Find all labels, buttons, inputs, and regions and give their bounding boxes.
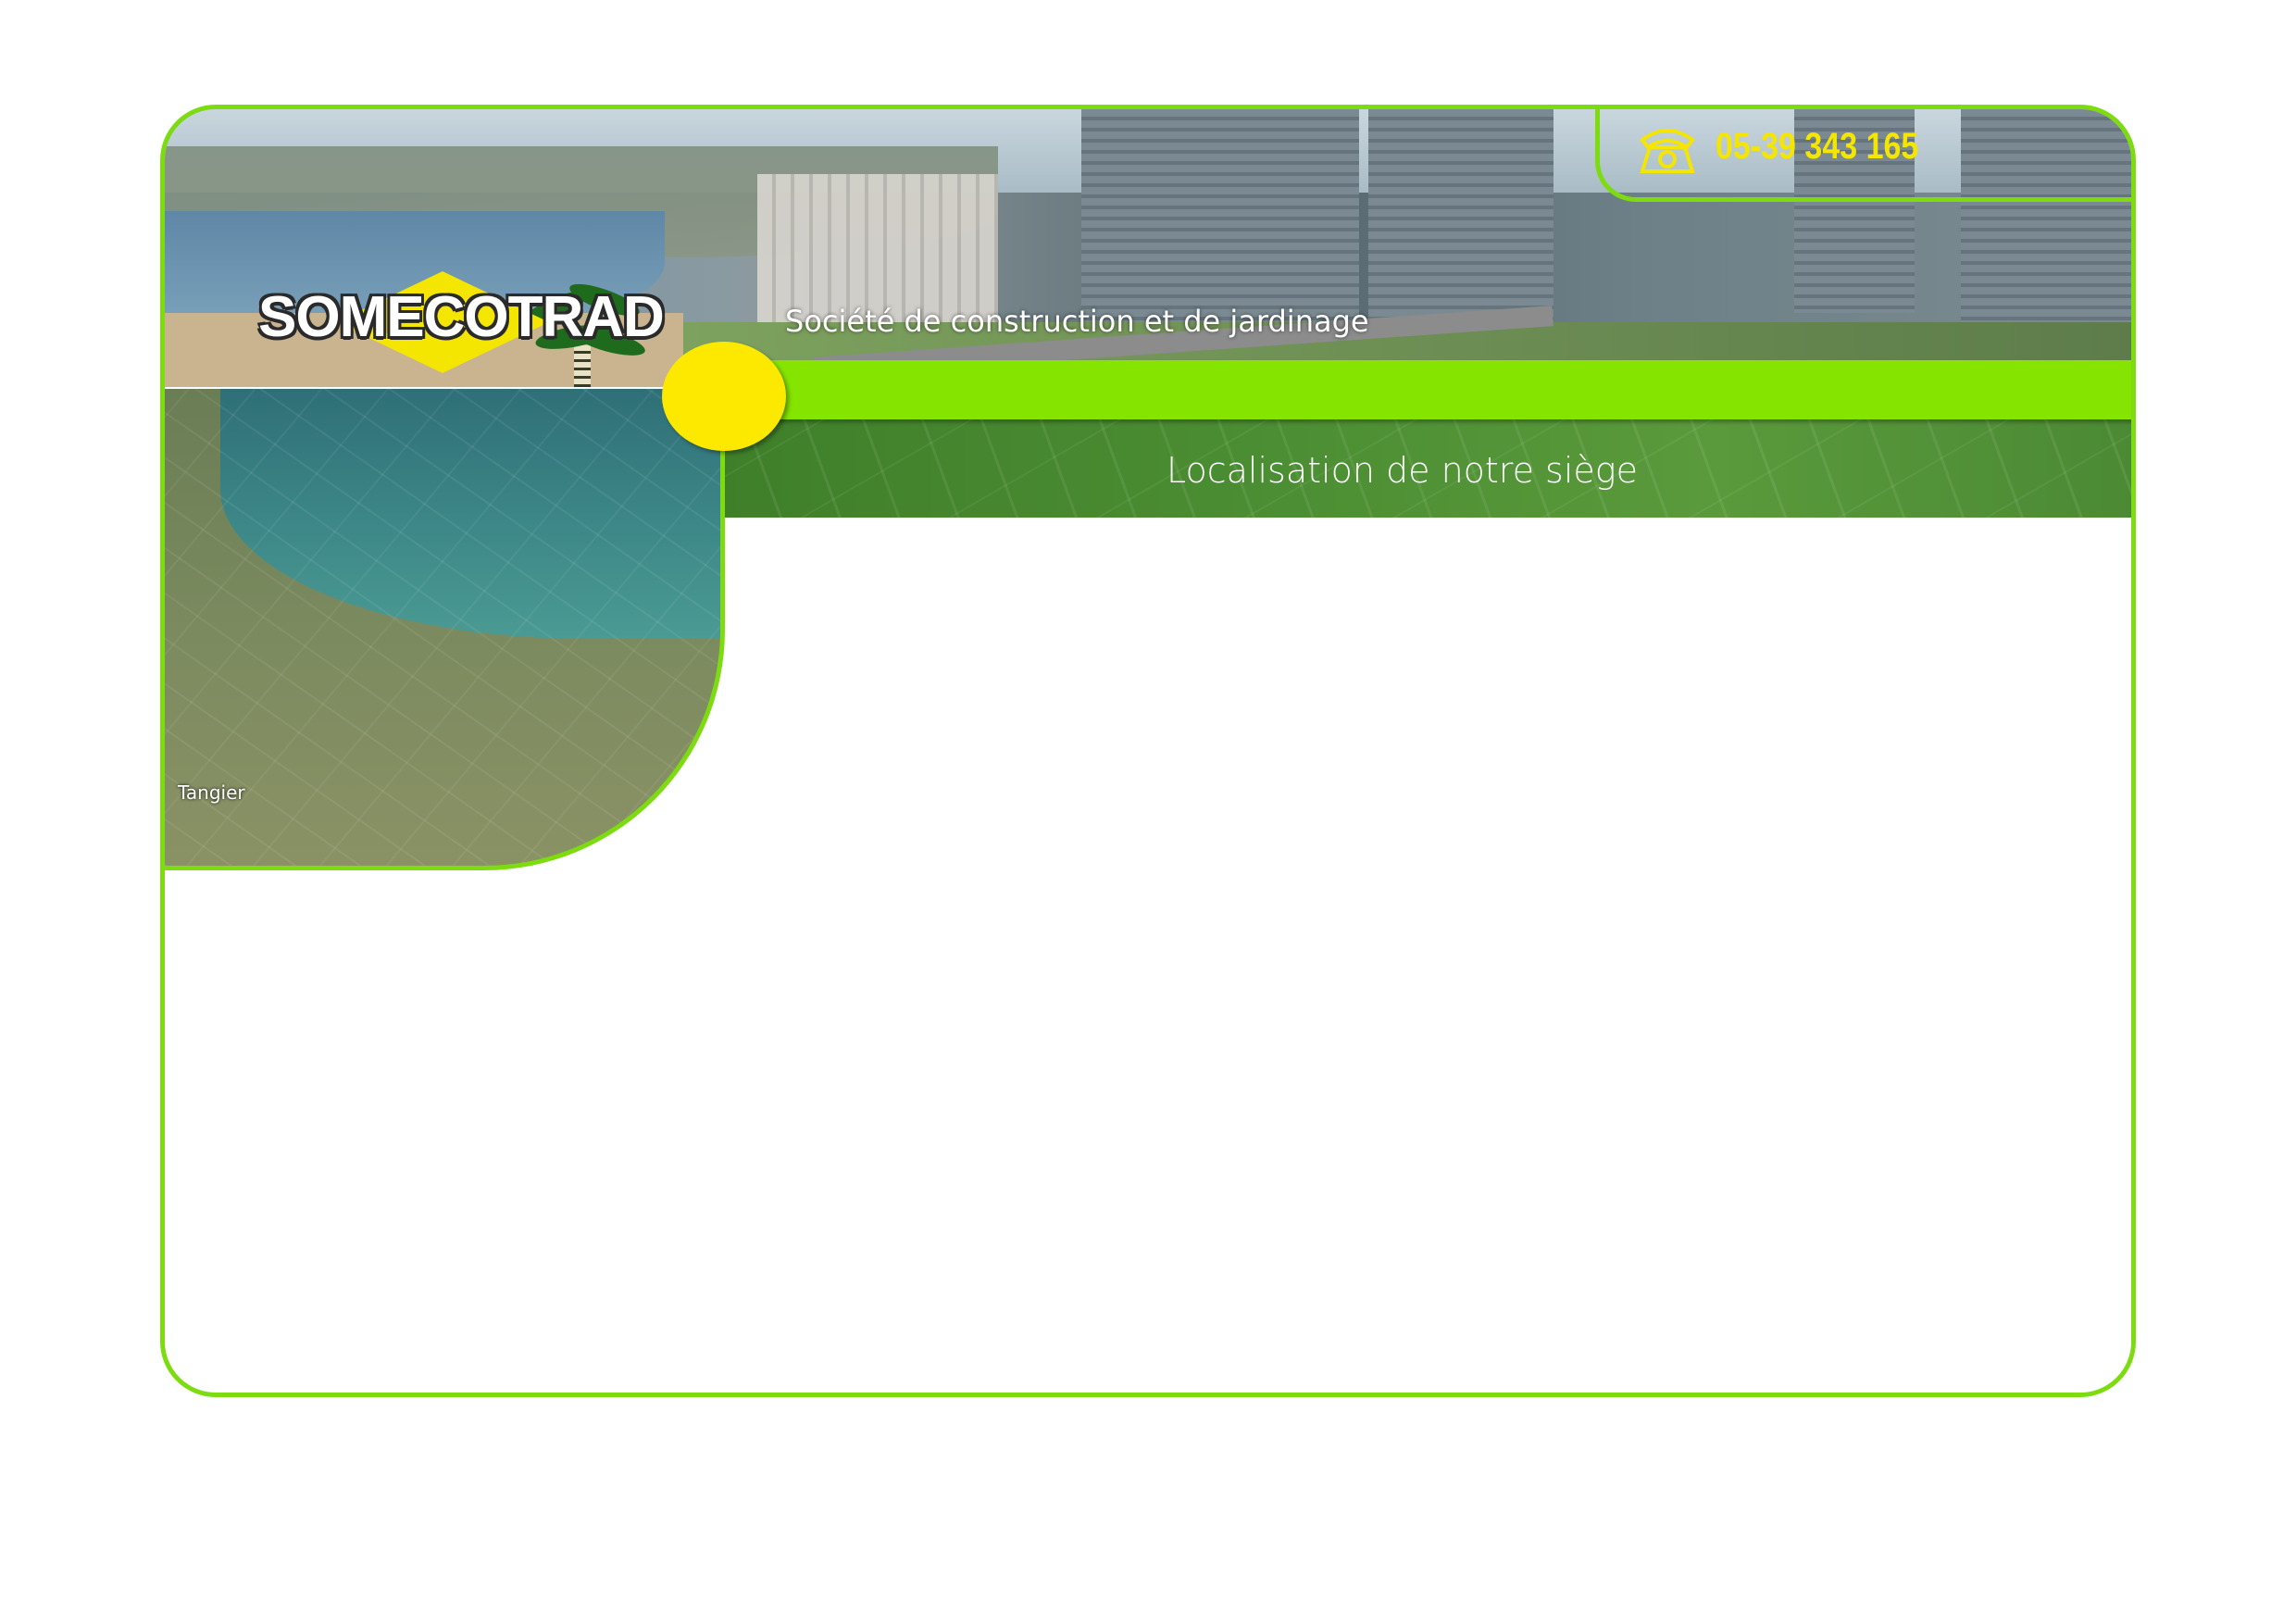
telephone-icon [1640, 129, 1695, 173]
main-frame: SOMECOTRAD Société de construction et de… [160, 105, 2136, 1397]
content-area [726, 518, 2131, 1393]
map-roads [165, 389, 720, 866]
phone-number[interactable]: 05-39 343 165 [1716, 126, 1918, 168]
map-city-label: Tangier [178, 781, 245, 804]
location-map[interactable]: Tangier [165, 389, 725, 870]
company-logo[interactable]: SOMECOTRAD [253, 271, 665, 387]
logo-text: SOMECOTRAD [258, 285, 665, 349]
yellow-dot-ornament [662, 342, 786, 451]
page-title: Localisation de notre siège [1167, 450, 1638, 491]
company-tagline: Société de construction et de jardinage [785, 304, 1369, 339]
header-photo: SOMECOTRAD Société de construction et de… [165, 109, 2131, 387]
green-bar [757, 360, 2131, 419]
